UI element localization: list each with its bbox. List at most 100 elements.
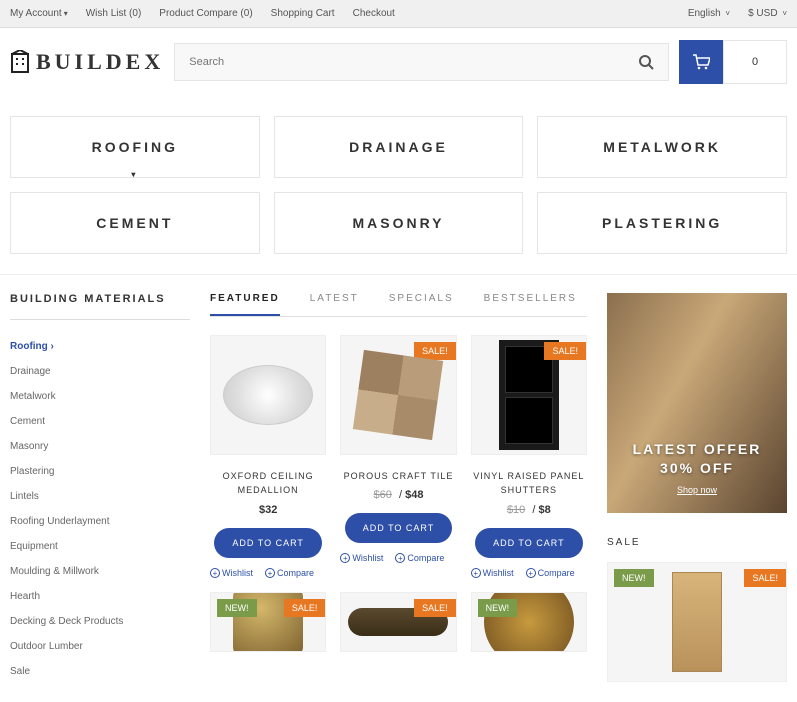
door-graphic xyxy=(672,572,722,672)
cart-button[interactable] xyxy=(679,40,723,84)
compare-label: Compare xyxy=(277,568,314,578)
caret-down-icon: ▾ xyxy=(64,9,68,18)
product-price: $48 xyxy=(405,489,423,501)
new-badge: NEW! xyxy=(614,569,654,587)
medallion-graphic xyxy=(223,365,313,425)
cat-drainage[interactable]: DRAINAGE xyxy=(274,116,524,178)
product-card: SALE! xyxy=(340,592,456,652)
sale-badge: SALE! xyxy=(414,599,456,617)
sale-badge: SALE! xyxy=(744,569,786,587)
sidebar-item[interactable]: Hearth xyxy=(10,584,190,609)
add-to-cart-button[interactable]: ADD TO CART xyxy=(475,528,583,558)
sidebar-item[interactable]: Metalwork xyxy=(10,384,190,409)
wishlist-action[interactable]: +Wishlist xyxy=(210,568,253,578)
product-card: SALE! VINYL RAISED PANEL SHUTTERS $10 / … xyxy=(471,335,587,578)
product-card: SALE! POROUS CRAFT TILE $60 / $48 ADD TO… xyxy=(340,335,456,578)
my-account-link[interactable]: My Account▾ xyxy=(10,8,68,19)
add-to-cart-button[interactable]: ADD TO CART xyxy=(345,513,453,543)
sidebar-item[interactable]: Plastering xyxy=(10,459,190,484)
sale-section-title: SALE xyxy=(607,537,787,548)
tab-specials[interactable]: SPECIALS xyxy=(389,293,454,316)
compare-link[interactable]: Product Compare (0) xyxy=(159,8,252,19)
my-account-label: My Account xyxy=(10,8,62,19)
product-name[interactable]: OXFORD CEILING MEDALLION xyxy=(210,469,326,498)
brand-text: BUILDEX xyxy=(36,49,164,75)
product-image[interactable]: SALE! xyxy=(340,335,456,455)
offer-line2: 30% OFF xyxy=(660,459,734,479)
cat-metalwork[interactable]: METALWORK xyxy=(537,116,787,178)
product-image[interactable]: NEW! SALE! xyxy=(210,592,326,652)
sidebar-item[interactable]: Decking & Deck Products xyxy=(10,609,190,634)
plus-circle-icon: + xyxy=(265,568,275,578)
sidebar-item[interactable]: Outdoor Lumber xyxy=(10,634,190,659)
product-price: $8 xyxy=(538,504,550,516)
new-badge: NEW! xyxy=(478,599,518,617)
product-name[interactable]: VINYL RAISED PANEL SHUTTERS xyxy=(471,469,587,498)
sidebar-item[interactable]: Roofing Underlayment xyxy=(10,509,190,534)
tab-bestsellers[interactable]: BESTSELLERS xyxy=(484,293,577,316)
search-input[interactable] xyxy=(175,44,624,80)
shop-now-link[interactable]: Shop now xyxy=(677,485,717,495)
sidebar-item[interactable]: Sale xyxy=(10,659,190,684)
plus-circle-icon: + xyxy=(471,568,481,578)
compare-action[interactable]: +Compare xyxy=(395,553,444,563)
plus-circle-icon: + xyxy=(395,553,405,563)
cat-plastering[interactable]: PLASTERING xyxy=(537,192,787,254)
add-to-cart-button[interactable]: ADD TO CART xyxy=(214,528,322,558)
offer-banner[interactable]: LATEST OFFER 30% OFF Shop now xyxy=(607,293,787,513)
wishlist-link[interactable]: Wish List (0) xyxy=(86,8,142,19)
product-image[interactable] xyxy=(210,335,326,455)
compare-action[interactable]: +Compare xyxy=(265,568,314,578)
compare-label: Compare xyxy=(538,568,575,578)
product-card: OXFORD CEILING MEDALLION $32 ADD TO CART… xyxy=(210,335,326,578)
currency-label: $ USD xyxy=(748,8,777,19)
sidebar-item[interactable]: Roofing xyxy=(10,334,190,359)
search-wrap xyxy=(174,43,669,81)
brand-logo[interactable]: BUILDEX xyxy=(10,49,164,75)
product-image[interactable]: SALE! xyxy=(471,335,587,455)
cat-cement[interactable]: CEMENT xyxy=(10,192,260,254)
plus-circle-icon: + xyxy=(526,568,536,578)
sidebar-item[interactable]: Masonry xyxy=(10,434,190,459)
product-card: NEW! SALE! xyxy=(210,592,326,652)
cart-link[interactable]: Shopping Cart xyxy=(271,8,335,19)
cat-masonry[interactable]: MASONRY xyxy=(274,192,524,254)
caret-down-icon: ˅ xyxy=(725,9,730,18)
wishlist-label: Wishlist xyxy=(352,553,383,563)
sidebar-item[interactable]: Moulding & Millwork xyxy=(10,559,190,584)
cat-roofing[interactable]: ROOFING xyxy=(10,116,260,178)
checkout-link[interactable]: Checkout xyxy=(353,8,395,19)
sale-badge: SALE! xyxy=(284,599,326,617)
sidebar-title: BUILDING MATERIALS xyxy=(10,293,190,320)
product-name[interactable]: POROUS CRAFT TILE xyxy=(340,469,456,483)
sale-product-card[interactable]: NEW! SALE! xyxy=(607,562,787,682)
sidebar-item[interactable]: Equipment xyxy=(10,534,190,559)
search-icon xyxy=(638,54,654,70)
compare-action[interactable]: +Compare xyxy=(526,568,575,578)
tab-latest[interactable]: LATEST xyxy=(310,293,359,316)
tile-graphic xyxy=(353,350,443,440)
new-badge: NEW! xyxy=(217,599,257,617)
product-price: $32 xyxy=(259,504,277,516)
currency-select[interactable]: $ USD ˅ xyxy=(748,8,787,19)
plus-circle-icon: + xyxy=(340,553,350,563)
cart-count[interactable]: 0 xyxy=(723,40,787,84)
old-price: $10 xyxy=(507,504,525,516)
tab-featured[interactable]: FEATURED xyxy=(210,293,280,316)
sidebar-item[interactable]: Drainage xyxy=(10,359,190,384)
search-button[interactable] xyxy=(624,44,668,80)
lang-select[interactable]: English ˅ xyxy=(688,8,730,19)
sidebar-item[interactable]: Cement xyxy=(10,409,190,434)
wishlist-action[interactable]: +Wishlist xyxy=(471,568,514,578)
plus-circle-icon: + xyxy=(210,568,220,578)
product-card: NEW! xyxy=(471,592,587,652)
product-image[interactable]: SALE! xyxy=(340,592,456,652)
product-image[interactable]: NEW! xyxy=(471,592,587,652)
offer-line1: LATEST OFFER xyxy=(633,440,762,460)
cart-icon xyxy=(692,54,710,70)
lang-label: English xyxy=(688,8,721,19)
building-icon xyxy=(10,50,30,74)
sidebar-item[interactable]: Lintels xyxy=(10,484,190,509)
mini-cart: 0 xyxy=(679,40,787,84)
wishlist-action[interactable]: +Wishlist xyxy=(340,553,383,563)
